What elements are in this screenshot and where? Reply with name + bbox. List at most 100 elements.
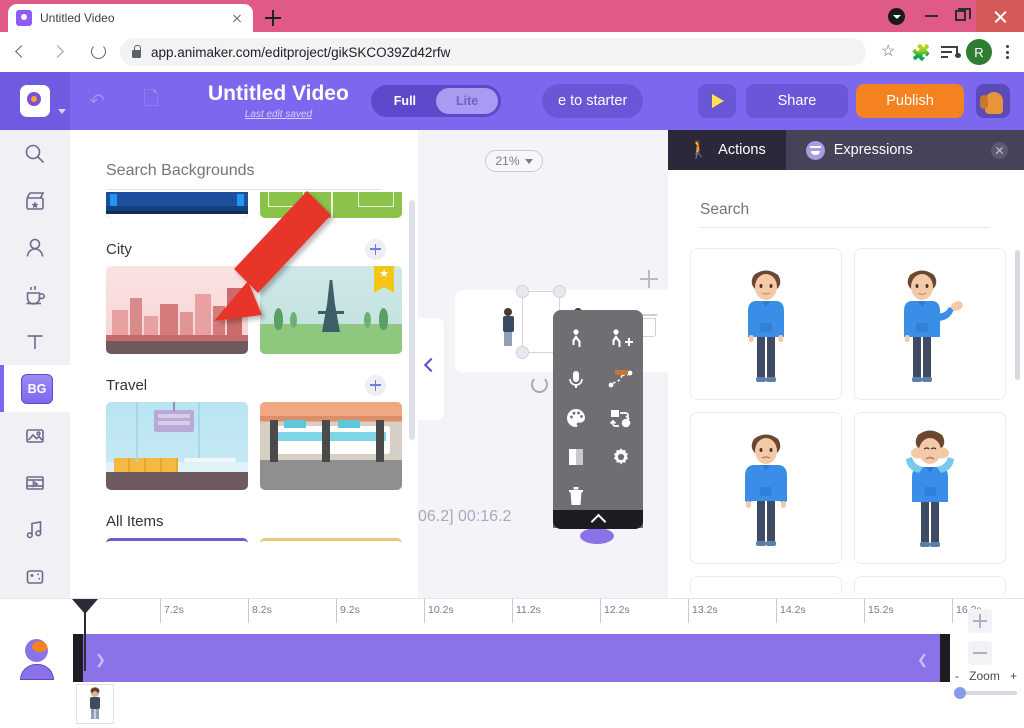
chevron-down-icon	[58, 109, 66, 114]
star-icon[interactable]: ☆	[874, 37, 904, 67]
microphone-icon[interactable]	[553, 359, 598, 398]
prev-scene-button[interactable]	[422, 358, 436, 372]
actions-search-input[interactable]	[700, 192, 990, 228]
left-rail-inner: BG	[0, 130, 70, 598]
bg-thumb-city-skyline[interactable]	[106, 266, 248, 354]
bookmark-badge[interactable]: ★	[374, 266, 394, 293]
sidebar-item-scenes[interactable]	[0, 177, 70, 224]
add-scene-button[interactable]	[640, 270, 658, 288]
motion-path-icon[interactable]	[598, 359, 643, 398]
mode-full[interactable]: Full	[373, 88, 437, 114]
user-avatar[interactable]	[976, 84, 1010, 118]
close-icon[interactable]	[229, 10, 245, 26]
back-button[interactable]	[6, 36, 38, 68]
swap-icon[interactable]	[598, 398, 643, 437]
action-card-hands-on-head[interactable]	[854, 412, 1006, 564]
resize-handle-tr[interactable]	[553, 285, 566, 298]
zoom-slider-label: - Zoom +	[955, 669, 1017, 683]
forward-button[interactable]	[44, 36, 76, 68]
tab-actions[interactable]: 🚶 Actions	[668, 130, 786, 170]
bg-thumb-field[interactable]	[260, 192, 402, 218]
profile-avatar[interactable]: R	[966, 39, 992, 65]
actions-scrollbar[interactable]	[1015, 250, 1020, 380]
bg-thumb-airport[interactable]	[106, 402, 248, 490]
browser-tab[interactable]: Untitled Video	[8, 4, 253, 32]
backgrounds-scrollbar[interactable]	[409, 200, 415, 440]
mode-toggle[interactable]: Full Lite	[370, 85, 502, 117]
play-button[interactable]	[698, 84, 736, 118]
upgrade-to-starter-button[interactable]: e to starter	[542, 84, 644, 118]
add-city-button[interactable]	[365, 238, 386, 260]
sidebar-item-effects[interactable]	[0, 553, 70, 600]
bg-thumb-eiffel[interactable]: ★	[260, 266, 402, 354]
copy-button[interactable]: 🗋	[124, 72, 178, 130]
sidebar-item-video[interactable]	[0, 459, 70, 506]
zoom-slider-knob[interactable]	[954, 687, 966, 699]
window-close-button[interactable]	[976, 0, 1024, 32]
action-card-presenting[interactable]	[854, 248, 1006, 400]
canvas-character-1[interactable]	[501, 308, 515, 346]
context-menu-collapse-button[interactable]	[553, 510, 643, 529]
project-title-group[interactable]: Untitled Video Last edit saved	[208, 82, 349, 120]
zoom-slider[interactable]	[954, 687, 1017, 699]
sidebar-item-search[interactable]	[0, 130, 70, 177]
sidebar-item-text[interactable]	[0, 318, 70, 365]
effects-icon	[26, 569, 44, 584]
contrast-icon[interactable]	[553, 437, 598, 476]
rotate-icon[interactable]	[531, 376, 548, 393]
puzzle-icon[interactable]: 🧩	[904, 37, 934, 67]
share-button[interactable]: Share	[746, 84, 848, 118]
search-input[interactable]	[106, 152, 382, 190]
resize-handle-bl[interactable]	[516, 346, 529, 359]
minimize-button[interactable]	[925, 15, 938, 17]
close-icon[interactable]	[991, 142, 1008, 159]
timeline-zoom-out-button[interactable]	[968, 641, 992, 665]
tab-expressions[interactable]: Expressions	[786, 130, 933, 170]
add-action-icon[interactable]	[598, 320, 643, 359]
track-handle-left[interactable]	[73, 634, 83, 682]
settings-gear-icon[interactable]	[598, 437, 643, 476]
resize-handle-tl[interactable]	[516, 285, 529, 298]
sidebar-item-music[interactable]	[0, 506, 70, 553]
publish-button[interactable]: Publish	[856, 84, 964, 118]
address-bar[interactable]: app.animaker.com/editproject/gikSKCO39Zd…	[120, 38, 866, 66]
track-handle-right[interactable]	[940, 634, 950, 682]
action-card-stand-arms-down[interactable]	[690, 412, 842, 564]
new-tab-button[interactable]	[262, 7, 284, 29]
maximize-button[interactable]	[955, 8, 971, 21]
bg-row-travel	[70, 402, 418, 504]
color-palette-icon[interactable]	[553, 398, 598, 437]
action-card-partial-1[interactable]	[690, 576, 842, 594]
canvas-zoom-dropdown[interactable]: 21%	[485, 150, 543, 172]
animaker-logo-button[interactable]	[0, 72, 70, 130]
timeline-zoom-in-button[interactable]	[968, 609, 992, 633]
character-context-menu	[553, 310, 643, 528]
sidebar-item-props[interactable]	[0, 271, 70, 318]
character-stand-idle-icon	[748, 270, 784, 382]
timeline-scene-thumb[interactable]	[76, 684, 114, 724]
sidebar-item-characters[interactable]	[0, 224, 70, 271]
window-dropdown-icon[interactable]	[888, 8, 905, 25]
timeline-ruler[interactable]: 7.2s 8.2s 9.2s 10.2s 11.2s 12.2s 13.2s 14.2s 15.…	[72, 599, 982, 623]
chevron-down-icon	[524, 158, 533, 164]
undo-button[interactable]: ↶	[70, 72, 124, 130]
timeline-character-avatar[interactable]	[20, 639, 54, 680]
mode-lite[interactable]: Lite	[436, 88, 499, 114]
timeline-track[interactable]: ❯ ❮	[83, 634, 940, 682]
sidebar-item-bg[interactable]: BG	[0, 365, 70, 412]
bg-thumb-train[interactable]	[260, 402, 402, 490]
sidebar-item-images[interactable]	[0, 412, 70, 459]
kebab-menu-icon[interactable]	[994, 37, 1020, 67]
character-icon	[26, 238, 44, 257]
bg-thumb-stadium[interactable]	[106, 192, 248, 218]
reload-button[interactable]	[82, 36, 114, 68]
action-icon[interactable]	[553, 320, 598, 359]
bg-thumb-all-2[interactable]	[260, 538, 402, 552]
action-card-stand-idle[interactable]	[690, 248, 842, 400]
bg-thumb-all-1[interactable]	[106, 538, 248, 552]
action-card-partial-2[interactable]	[854, 576, 1006, 594]
timeline: 7.2s 8.2s 9.2s 10.2s 11.2s 12.2s 13.2s 14.2s 15.…	[0, 598, 1024, 728]
media-list-icon[interactable]	[934, 37, 964, 67]
add-travel-button[interactable]	[365, 374, 386, 396]
timeline-tick: 9.2s	[336, 599, 360, 623]
